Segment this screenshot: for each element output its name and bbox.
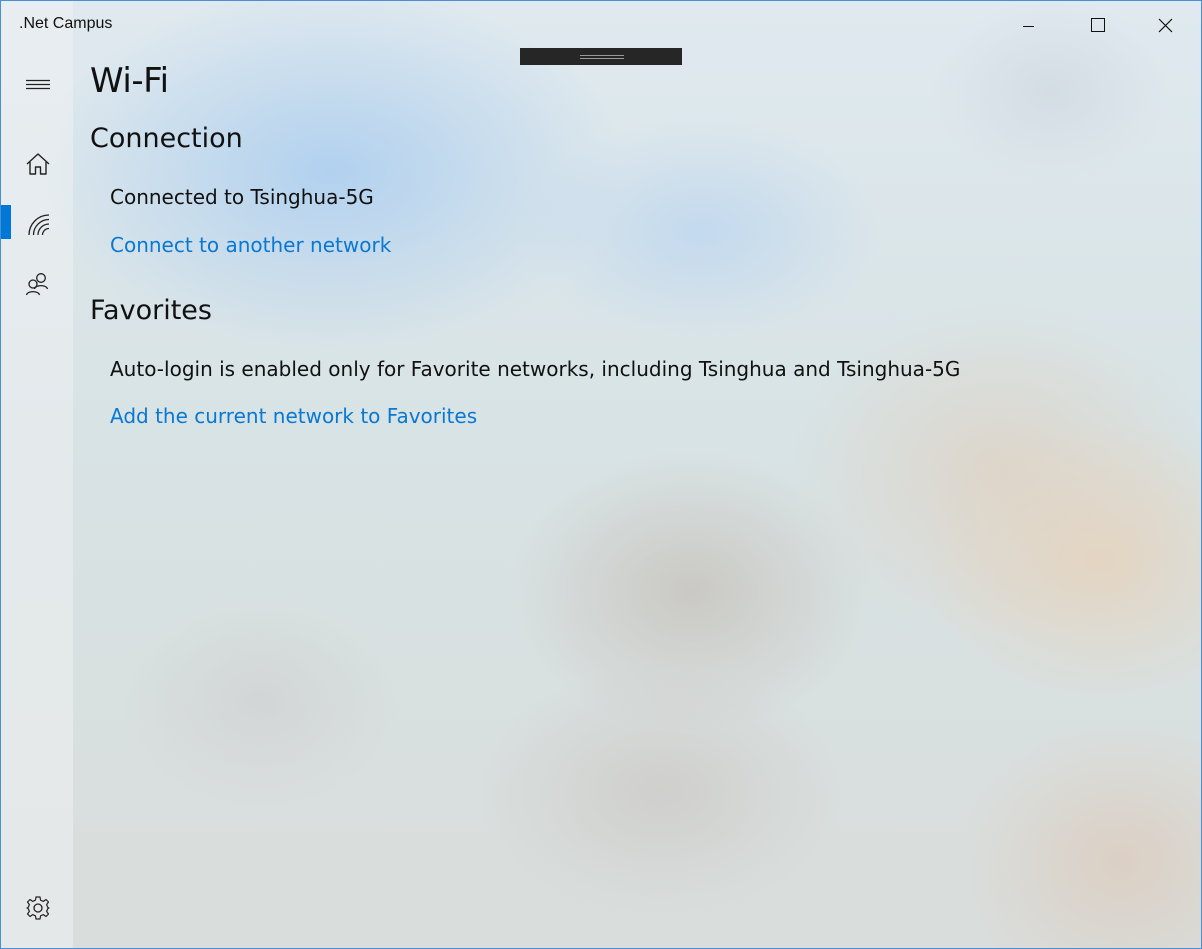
add-to-favorites-link[interactable]: Add the current network to Favorites: [110, 404, 477, 428]
gear-icon: [26, 896, 50, 920]
connection-heading: Connection: [90, 123, 243, 154]
hamburger-icon: [26, 79, 50, 90]
minimize-icon: [1023, 26, 1034, 27]
maximize-button[interactable]: [1063, 1, 1131, 51]
connect-another-network-link[interactable]: Connect to another network: [110, 233, 391, 257]
nav-item-accounts[interactable]: [1, 261, 73, 305]
navigation-pane: [1, 1, 73, 948]
wifi-icon: [28, 214, 50, 236]
title-bar[interactable]: .Net Campus: [1, 1, 1201, 51]
drag-handle[interactable]: [520, 48, 682, 65]
nav-item-wifi[interactable]: [1, 201, 73, 245]
minimize-button[interactable]: [995, 1, 1063, 51]
close-button[interactable]: [1131, 1, 1199, 51]
app-window: .Net Campus Wi-Fi Connection Connected t…: [0, 0, 1202, 949]
nav-item-settings[interactable]: [1, 885, 73, 929]
hamburger-menu-button[interactable]: [1, 62, 73, 106]
home-icon: [26, 153, 50, 175]
page-title: Wi-Fi: [90, 61, 169, 101]
connection-status: Connected to Tsinghua-5G: [110, 185, 374, 209]
people-icon: [25, 273, 49, 296]
nav-item-home[interactable]: [1, 141, 73, 185]
maximize-icon: [1091, 18, 1105, 32]
close-icon: [1158, 18, 1173, 33]
main-content: Wi-Fi Connection Connected to Tsinghua-5…: [73, 1, 1201, 948]
app-title: .Net Campus: [19, 15, 113, 32]
favorites-description: Auto-login is enabled only for Favorite …: [110, 357, 961, 381]
favorites-heading: Favorites: [90, 295, 212, 326]
